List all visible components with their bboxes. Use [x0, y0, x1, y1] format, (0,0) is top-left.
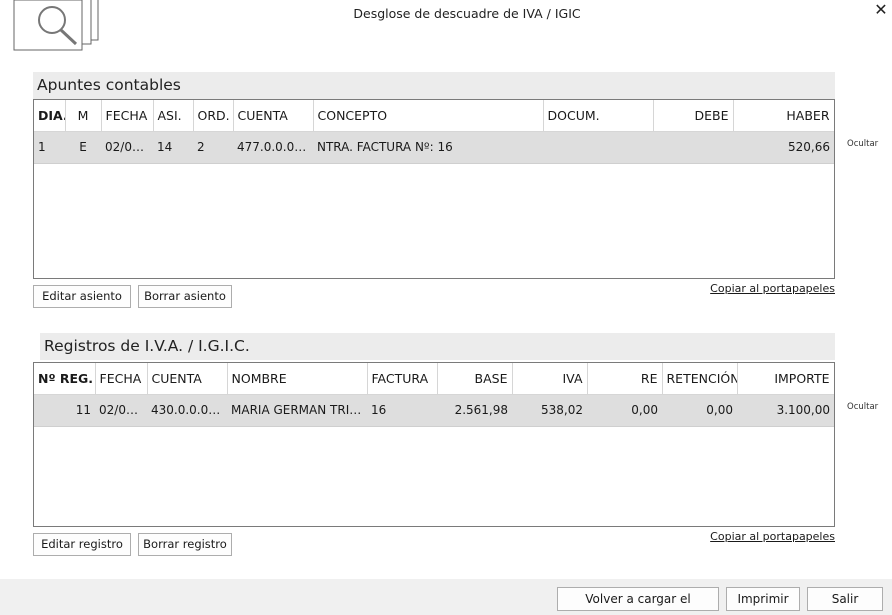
col-iva[interactable]: IVA	[512, 363, 588, 395]
cell-fecha: 02/03/...	[95, 394, 147, 427]
cell-re: 0,00	[587, 394, 662, 427]
cell-nreg: 11	[34, 394, 95, 427]
apuntes-header-row: DIA. M FECHA ASI. ORD. CUENTA CONCEPTO D…	[34, 100, 834, 132]
cell-m: E	[65, 131, 101, 164]
cell-base: 2.561,98	[437, 394, 512, 427]
edit-entry-button[interactable]: Editar asiento	[33, 285, 131, 308]
col-importe[interactable]: IMPORTE	[737, 363, 834, 395]
registros-copy-clipboard-link[interactable]: Copiar al portapapeles	[710, 530, 835, 543]
cell-docum	[543, 131, 653, 164]
col-dia[interactable]: DIA.	[34, 100, 66, 132]
cell-retencion: 0,00	[662, 394, 737, 427]
col-fecha[interactable]: FECHA	[101, 100, 154, 132]
col-m[interactable]: M	[65, 100, 102, 132]
edit-register-button[interactable]: Editar registro	[33, 533, 131, 556]
col-base[interactable]: BASE	[437, 363, 513, 395]
delete-register-button[interactable]: Borrar registro	[138, 533, 232, 556]
cell-dia: 1	[34, 131, 65, 164]
apuntes-copy-clipboard-link[interactable]: Copiar al portapapeles	[710, 282, 835, 295]
table-row[interactable]: 1 E 02/03/... 14 2 477.0.0.00000 NTRA. F…	[34, 131, 834, 164]
window-title: Desglose de descuadre de IVA / IGIC	[353, 6, 581, 21]
apuntes-section-title: Apuntes contables	[33, 72, 835, 99]
exit-button[interactable]: Salir	[807, 587, 883, 611]
delete-entry-button[interactable]: Borrar asiento	[138, 285, 232, 308]
reload-breakdown-button[interactable]: Volver a cargar el desglose	[557, 587, 719, 615]
col-docum[interactable]: DOCUM.	[543, 100, 654, 132]
cell-asi: 14	[153, 131, 193, 164]
close-icon[interactable]: ✕	[872, 1, 890, 19]
col-haber[interactable]: HABER	[733, 100, 834, 132]
col-re[interactable]: RE	[587, 363, 663, 395]
apuntes-hide-link[interactable]: Ocultar	[847, 139, 878, 149]
col-cuenta[interactable]: CUENTA	[147, 363, 228, 395]
registros-hide-link[interactable]: Ocultar	[847, 402, 878, 412]
cell-cuenta: 430.0.0.00001	[147, 394, 227, 427]
cell-ord: 2	[193, 131, 233, 164]
cell-nombre: MARIA GERMAN TRIGO	[227, 394, 367, 427]
col-cuenta[interactable]: CUENTA	[233, 100, 314, 132]
registros-section-title: Registros de I.V.A. / I.G.I.C.	[40, 333, 835, 360]
col-fecha[interactable]: FECHA	[95, 363, 148, 395]
cell-fecha: 02/03/...	[101, 131, 153, 164]
print-button[interactable]: Imprimir	[726, 587, 800, 611]
registros-header-row: Nº REG. FECHA CUENTA NOMBRE FACTURA BASE…	[34, 363, 834, 395]
cell-cuenta: 477.0.0.00000	[233, 131, 313, 164]
registros-grid[interactable]: Nº REG. FECHA CUENTA NOMBRE FACTURA BASE…	[33, 362, 835, 527]
col-asi[interactable]: ASI.	[153, 100, 194, 132]
col-factura[interactable]: FACTURA	[367, 363, 438, 395]
cell-concepto: NTRA. FACTURA Nº: 16	[313, 131, 543, 164]
cell-importe: 3.100,00	[737, 394, 834, 427]
col-ord[interactable]: ORD.	[193, 100, 234, 132]
col-concepto[interactable]: CONCEPTO	[313, 100, 544, 132]
col-nombre[interactable]: NOMBRE	[227, 363, 368, 395]
col-nreg[interactable]: Nº REG.	[34, 363, 96, 395]
cell-haber: 520,66	[733, 131, 834, 164]
apuntes-grid[interactable]: DIA. M FECHA ASI. ORD. CUENTA CONCEPTO D…	[33, 99, 835, 279]
col-retencion[interactable]: RETENCIÓN	[662, 363, 738, 395]
col-debe[interactable]: DEBE	[653, 100, 734, 132]
table-row[interactable]: 11 02/03/... 430.0.0.00001 MARIA GERMAN …	[34, 394, 834, 427]
cell-debe	[653, 131, 733, 164]
cell-factura: 16	[367, 394, 437, 427]
cell-iva: 538,02	[512, 394, 587, 427]
